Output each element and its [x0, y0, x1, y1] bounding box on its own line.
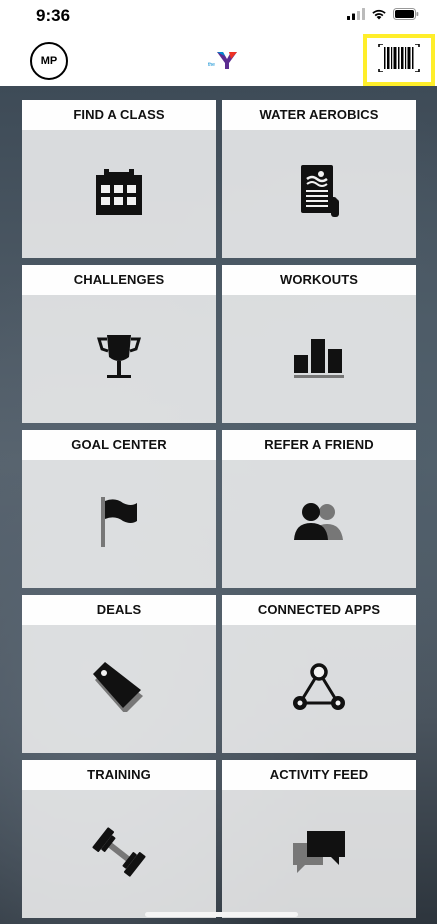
tile-label: DEALS — [22, 595, 216, 625]
calendar-icon — [94, 168, 144, 220]
tile-challenges[interactable]: CHALLENGES — [22, 265, 216, 423]
tile-grid: FIND A CLASS WATER AEROBICS CHALLENGES W… — [22, 100, 416, 918]
tile-workouts[interactable]: WORKOUTS — [222, 265, 416, 423]
tile-water-aerobics[interactable]: WATER AEROBICS — [222, 100, 416, 258]
status-bar: 9:36 — [0, 0, 437, 34]
trophy-icon — [93, 331, 145, 388]
signal-icon — [347, 7, 365, 25]
avatar[interactable]: MP — [30, 42, 68, 80]
tile-find-a-class[interactable]: FIND A CLASS — [22, 100, 216, 258]
tile-label: TRAINING — [22, 760, 216, 790]
swim-document-icon — [295, 164, 343, 224]
ymca-logo: the — [207, 49, 239, 71]
bar-chart-icon — [292, 335, 346, 384]
battery-icon — [393, 7, 419, 25]
chat-bubbles-icon — [291, 829, 347, 880]
tile-activity-feed[interactable]: ACTIVITY FEED — [222, 760, 416, 918]
dumbbell-icon — [91, 826, 147, 882]
tile-label: CHALLENGES — [22, 265, 216, 295]
tile-label: CONNECTED APPS — [222, 595, 416, 625]
flag-icon — [97, 495, 141, 554]
tile-label: FIND A CLASS — [22, 100, 216, 130]
logo-the-text: the — [208, 62, 215, 68]
wifi-icon — [371, 7, 387, 25]
people-icon — [291, 502, 347, 547]
tile-label: REFER A FRIEND — [222, 430, 416, 460]
nav-bar: MP the — [0, 34, 437, 86]
connected-nodes-icon — [291, 662, 347, 716]
tile-label: ACTIVITY FEED — [222, 760, 416, 790]
tag-icon — [91, 661, 147, 717]
tile-goal-center[interactable]: GOAL CENTER — [22, 430, 216, 588]
tile-refer-a-friend[interactable]: REFER A FRIEND — [222, 430, 416, 588]
home-indicator — [145, 912, 298, 917]
tile-label: WATER AEROBICS — [222, 100, 416, 130]
barcode-button[interactable] — [363, 34, 435, 86]
tile-connected-apps[interactable]: CONNECTED APPS — [222, 595, 416, 753]
tile-label: GOAL CENTER — [22, 430, 216, 460]
tile-deals[interactable]: DEALS — [22, 595, 216, 753]
tile-label: WORKOUTS — [222, 265, 416, 295]
avatar-initials: MP — [40, 55, 58, 67]
tile-training[interactable]: TRAINING — [22, 760, 216, 918]
status-time: 9:36 — [36, 6, 71, 25]
barcode-icon — [377, 42, 421, 77]
status-icons — [347, 7, 419, 25]
